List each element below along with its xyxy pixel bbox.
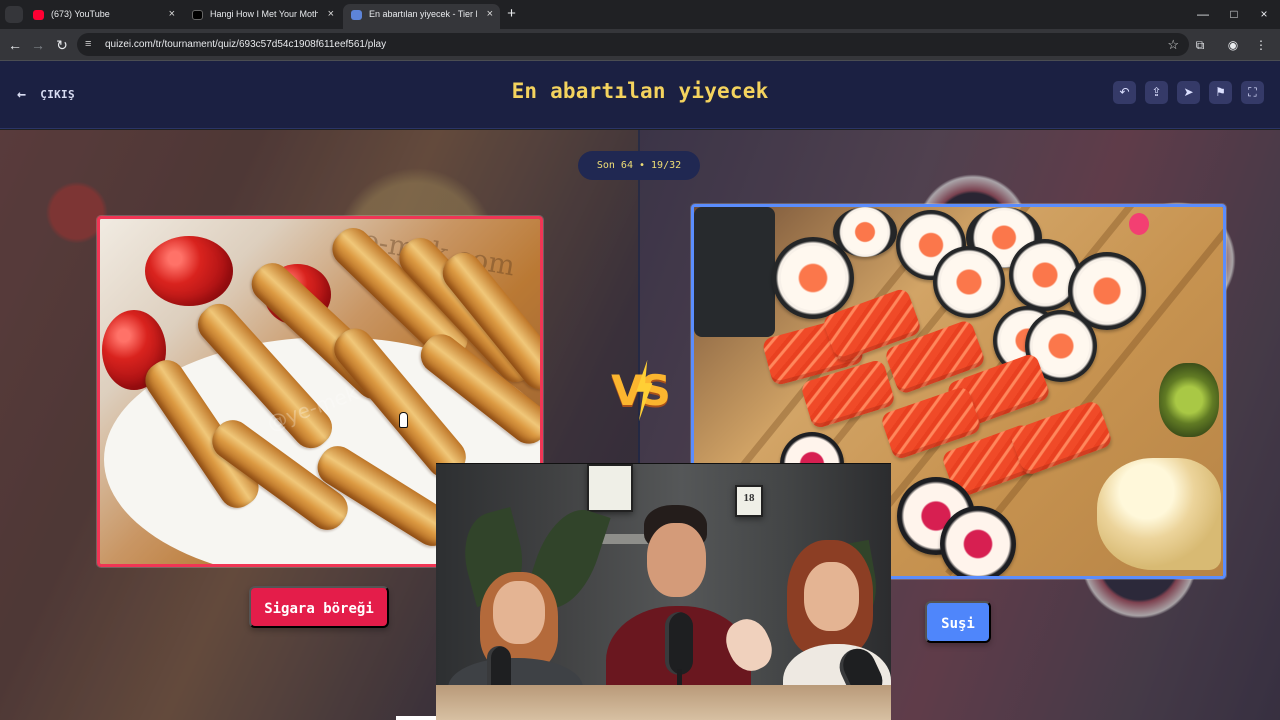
- share-icon[interactable]: ⇪: [1145, 81, 1168, 104]
- profile-icon[interactable]: ◉: [1223, 35, 1243, 55]
- maximize-button[interactable]: □: [1217, 5, 1251, 23]
- send-icon[interactable]: ➤: [1177, 81, 1200, 104]
- versus-badge: VS: [606, 360, 673, 426]
- wooden-table: [436, 685, 891, 720]
- address-bar[interactable]: ≡ quizei.com/tr/tournament/quiz/693c57d5…: [77, 33, 1189, 56]
- fullscreen-icon[interactable]: ⛶: [1241, 81, 1264, 104]
- close-icon[interactable]: ×: [169, 4, 175, 25]
- browser-actions: ⧉ ◉ ⋮: [1190, 35, 1274, 55]
- tomato: [145, 236, 233, 306]
- quiz-header: ← ÇIKIŞ En abartılan yiyecek ↶ ⇪ ➤ ⚑ ⛶: [0, 61, 1280, 129]
- minimize-button[interactable]: —: [1186, 5, 1220, 23]
- video-edge-marker: [396, 716, 436, 720]
- tab-label: En abartılan yiyecek - Tier List,: [369, 9, 477, 19]
- seaweed-roll: [694, 207, 775, 337]
- sushi-roll: [833, 207, 897, 257]
- reload-icon[interactable]: ↻: [53, 36, 71, 54]
- choose-susi-button[interactable]: Suşi: [925, 601, 991, 643]
- exit-label: ÇIKIŞ: [40, 88, 75, 101]
- browser-tab-quiz[interactable]: En abartılan yiyecek - Tier List, ×: [343, 4, 500, 29]
- forward-arrow-icon[interactable]: →: [29, 36, 47, 54]
- browser-tab-youtube[interactable]: (673) YouTube ×: [25, 4, 182, 29]
- header-actions: ↶ ⇪ ➤ ⚑ ⛶: [1113, 81, 1264, 107]
- round-badge: Son 64 • 19/32: [578, 151, 700, 180]
- close-icon[interactable]: ×: [487, 4, 493, 25]
- tab-label: Hangi How I Met Your Mother: [210, 9, 318, 19]
- star-icon[interactable]: ☆: [1167, 33, 1179, 56]
- left-arrow-icon: ←: [17, 85, 27, 103]
- salmon-nigiri: [1008, 399, 1114, 477]
- microphone: [665, 612, 693, 675]
- circle-icon: [192, 10, 203, 20]
- extensions-icon[interactable]: ⧉: [1190, 35, 1210, 55]
- close-window-button[interactable]: ×: [1247, 5, 1280, 23]
- undo-icon[interactable]: ↶: [1113, 81, 1136, 104]
- url-text: quizei.com/tr/tournament/quiz/693c57d54c…: [105, 39, 387, 50]
- new-tab-button[interactable]: +: [503, 6, 520, 22]
- browser-tab-strip: chevron-down-icon (673) YouTube × Hangi …: [0, 0, 1280, 29]
- garnish: [1129, 213, 1149, 235]
- ginger: [1097, 458, 1221, 570]
- tab-search-button[interactable]: chevron-down-icon: [5, 6, 23, 23]
- youtube-icon: [33, 10, 44, 20]
- close-icon[interactable]: ×: [328, 4, 334, 25]
- choose-sigara-boregi-button[interactable]: Sigara böreği: [249, 586, 389, 628]
- site-settings-icon[interactable]: ≡: [85, 33, 91, 56]
- back-arrow-icon[interactable]: ←: [6, 36, 24, 54]
- face: [647, 523, 706, 597]
- browser-tab-how-i-met[interactable]: Hangi How I Met Your Mother ×: [184, 4, 341, 29]
- menu-dots-icon[interactable]: ⋮: [1251, 35, 1271, 55]
- browser-toolbar: ← → ↻ ≡ quizei.com/tr/tournament/quiz/69…: [0, 29, 1280, 61]
- tuna-roll: [940, 506, 1016, 576]
- quizei-icon: [351, 10, 362, 20]
- sushi-roll: [933, 246, 1005, 318]
- tab-label: (673) YouTube: [51, 9, 110, 19]
- pointer-cursor-icon: [397, 412, 409, 431]
- flag-icon[interactable]: ⚑: [1209, 81, 1232, 104]
- quiz-title: En abartılan yiyecek: [511, 79, 769, 103]
- wasabi: [1159, 363, 1219, 437]
- frame-number: 18: [743, 492, 755, 504]
- face: [804, 562, 859, 631]
- face: [493, 581, 545, 644]
- streamer-video-overlay: 18: [436, 463, 891, 720]
- exit-button[interactable]: ← ÇIKIŞ: [17, 85, 75, 103]
